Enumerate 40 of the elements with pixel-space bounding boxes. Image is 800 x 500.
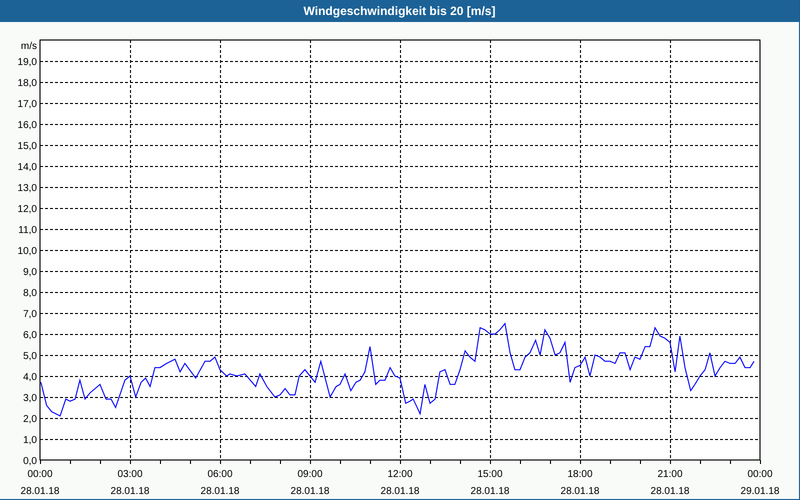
y-tick-label: 19,0 xyxy=(18,57,37,68)
date-label: 28.01.18 xyxy=(290,486,330,497)
y-tick-label: 8,0 xyxy=(23,288,37,299)
date-label: 28.01.18 xyxy=(380,486,420,497)
x-tick-label: 06:00 xyxy=(207,469,233,480)
date-label: 28.01.18 xyxy=(110,486,150,497)
y-tick-label: 10,0 xyxy=(18,246,37,257)
y-tick-label: 13,0 xyxy=(18,183,37,194)
y-tick-label: 9,0 xyxy=(23,267,37,278)
y-tick-label: 2,0 xyxy=(23,414,37,425)
date-label: 28.01.18 xyxy=(470,486,510,497)
x-tick-label: 18:00 xyxy=(567,469,593,480)
y-tick-label: 14,0 xyxy=(18,162,37,173)
y-tick-label: 4,0 xyxy=(23,372,37,383)
x-tick-label: 09:00 xyxy=(297,469,323,480)
x-tick-label: 03:00 xyxy=(117,469,143,480)
y-axis-unit: m/s xyxy=(20,41,37,52)
x-tick-label: 21:00 xyxy=(657,469,683,480)
x-tick-label: 12:00 xyxy=(387,469,413,480)
y-tick-label: 6,0 xyxy=(23,330,37,341)
date-label: 28.01.18 xyxy=(200,486,240,497)
y-tick-label: 1,0 xyxy=(23,435,37,446)
x-tick-label: 00:00 xyxy=(27,469,53,480)
y-tick-label: 3,0 xyxy=(23,393,37,404)
date-label: 28.01.18 xyxy=(560,486,600,497)
date-label: 28.01.18 xyxy=(650,486,690,497)
y-tick-label: 7,0 xyxy=(23,309,37,320)
y-tick-label: 12,0 xyxy=(18,204,37,215)
x-tick-label: 00:00 xyxy=(747,469,773,480)
y-tick-label: 5,0 xyxy=(23,351,37,362)
y-tick-label: 11,0 xyxy=(18,225,37,236)
date-label: 28.01.18 xyxy=(20,486,60,497)
y-tick-label: 16,0 xyxy=(18,120,37,131)
window-title: Windgeschwindigkeit bis 20 [m/s] xyxy=(304,3,496,20)
date-label: 29.01.18 xyxy=(740,486,780,497)
y-tick-label: 15,0 xyxy=(18,141,37,152)
x-tick-label: 15:00 xyxy=(477,469,503,480)
y-tick-label: 18,0 xyxy=(18,78,37,89)
y-tick-label: 17,0 xyxy=(18,99,37,110)
y-tick-label: 0,0 xyxy=(23,456,37,467)
